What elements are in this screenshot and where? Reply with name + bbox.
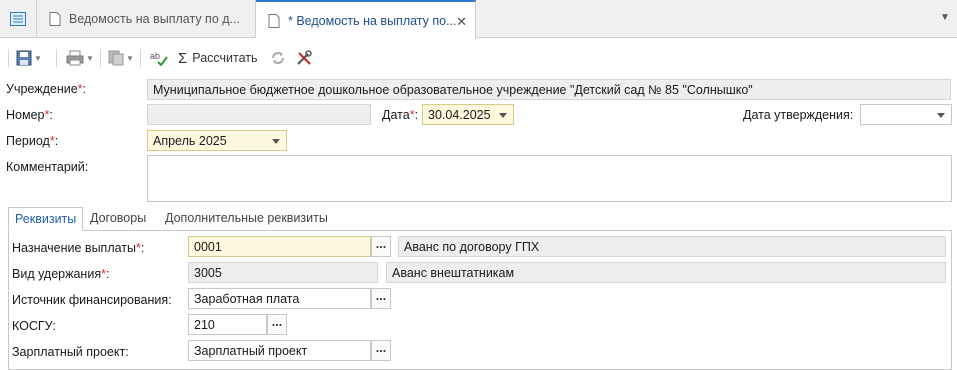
period-select[interactable]: Апрель 2025 — [147, 130, 287, 151]
tab-contracts[interactable]: Договоры — [84, 207, 152, 231]
period-label: Период*: — [6, 134, 59, 148]
tab-document-1[interactable]: Ведомость на выплату по д... — [37, 0, 256, 38]
salary-project-select-button[interactable]: ... — [371, 340, 391, 361]
document-tab-bar: Ведомость на выплату по д... * Ведомость… — [0, 0, 957, 39]
refresh-button[interactable] — [270, 48, 286, 68]
spellcheck-icon: ab — [150, 51, 168, 66]
approval-date-label: Дата утверждения: — [743, 108, 854, 122]
copy-button[interactable]: ▼ — [108, 48, 134, 68]
tools-icon — [297, 50, 312, 65]
window-list-icon — [10, 12, 26, 26]
comment-textarea[interactable] — [147, 155, 952, 202]
chevron-down-icon: ▼ — [86, 53, 94, 63]
tab-document-2-active[interactable]: * Ведомость на выплату по... ✕ — [256, 0, 476, 39]
copy-icon — [108, 50, 124, 66]
toolbar-grip — [8, 49, 9, 67]
institution-field[interactable]: Муниципальное бюджетное дошкольное образ… — [147, 79, 951, 100]
settings-tools-button[interactable] — [296, 48, 312, 68]
approval-date-field[interactable] — [860, 104, 952, 125]
deduction-type-name-field: Аванс внештатникам — [386, 262, 946, 283]
funding-source-select-button[interactable]: ... — [371, 288, 391, 309]
kosgu-select-button[interactable]: ... — [267, 314, 287, 335]
document-icon — [268, 13, 280, 28]
payment-purpose-label: Назначение выплаты*: — [12, 241, 145, 255]
deduction-type-code-field[interactable]: 3005 — [188, 262, 378, 283]
payment-purpose-name-field: Аванс по договору ГПХ — [398, 236, 946, 257]
kosgu-field[interactable]: 210 — [188, 314, 267, 335]
tab-list-dropdown-icon[interactable]: ▼ — [940, 12, 950, 23]
deduction-type-label: Вид удержания*: — [12, 267, 110, 281]
calculate-button[interactable]: Σ Рассчитать — [178, 48, 258, 68]
salary-project-label: Зарплатный проект: — [12, 345, 129, 359]
print-button[interactable]: ▼ — [66, 48, 94, 68]
save-icon — [16, 50, 32, 66]
chevron-down-icon: ▼ — [126, 53, 134, 63]
close-tab-icon[interactable]: ✕ — [456, 14, 467, 30]
number-field[interactable] — [147, 104, 371, 125]
payment-purpose-code-field[interactable]: 0001 — [188, 236, 371, 257]
funding-source-field[interactable]: Заработная плата — [188, 288, 371, 309]
svg-text:ab: ab — [150, 51, 160, 61]
tab-label: * Ведомость на выплату по... — [288, 13, 457, 28]
toolbar-separator — [140, 49, 141, 67]
comment-label: Комментарий: — [6, 160, 89, 174]
toolbar-separator — [100, 49, 101, 67]
printer-icon — [66, 50, 84, 66]
calculate-label: Рассчитать — [192, 51, 258, 65]
tab-requisites[interactable]: Реквизиты — [8, 207, 84, 231]
sigma-icon: Σ — [178, 49, 188, 67]
date-label: Дата*: — [382, 108, 419, 122]
tab-label: Ведомость на выплату по д... — [69, 12, 240, 26]
payment-purpose-select-button[interactable]: ... — [371, 236, 391, 257]
tab-additional-requisites[interactable]: Дополнительные реквизиты — [159, 207, 334, 231]
institution-label: Учреждение*: — [6, 82, 87, 96]
salary-project-field[interactable]: Зарплатный проект — [188, 340, 371, 361]
toolbar: ▼ ▼ ▼ ab Σ Рассчитать — [0, 43, 957, 73]
date-field[interactable]: 30.04.2025 — [422, 104, 514, 125]
number-label: Номер*: — [6, 108, 53, 122]
document-icon — [49, 12, 61, 26]
toolbar-separator — [56, 49, 57, 67]
funding-source-label: Источник финансирования: — [12, 293, 172, 307]
chevron-down-icon: ▼ — [34, 53, 42, 63]
kosgu-label: КОСГУ: — [12, 319, 56, 333]
refresh-icon — [272, 52, 284, 64]
check-button[interactable]: ab — [150, 48, 168, 68]
home-tab[interactable] — [0, 0, 37, 38]
save-button[interactable]: ▼ — [16, 48, 42, 68]
